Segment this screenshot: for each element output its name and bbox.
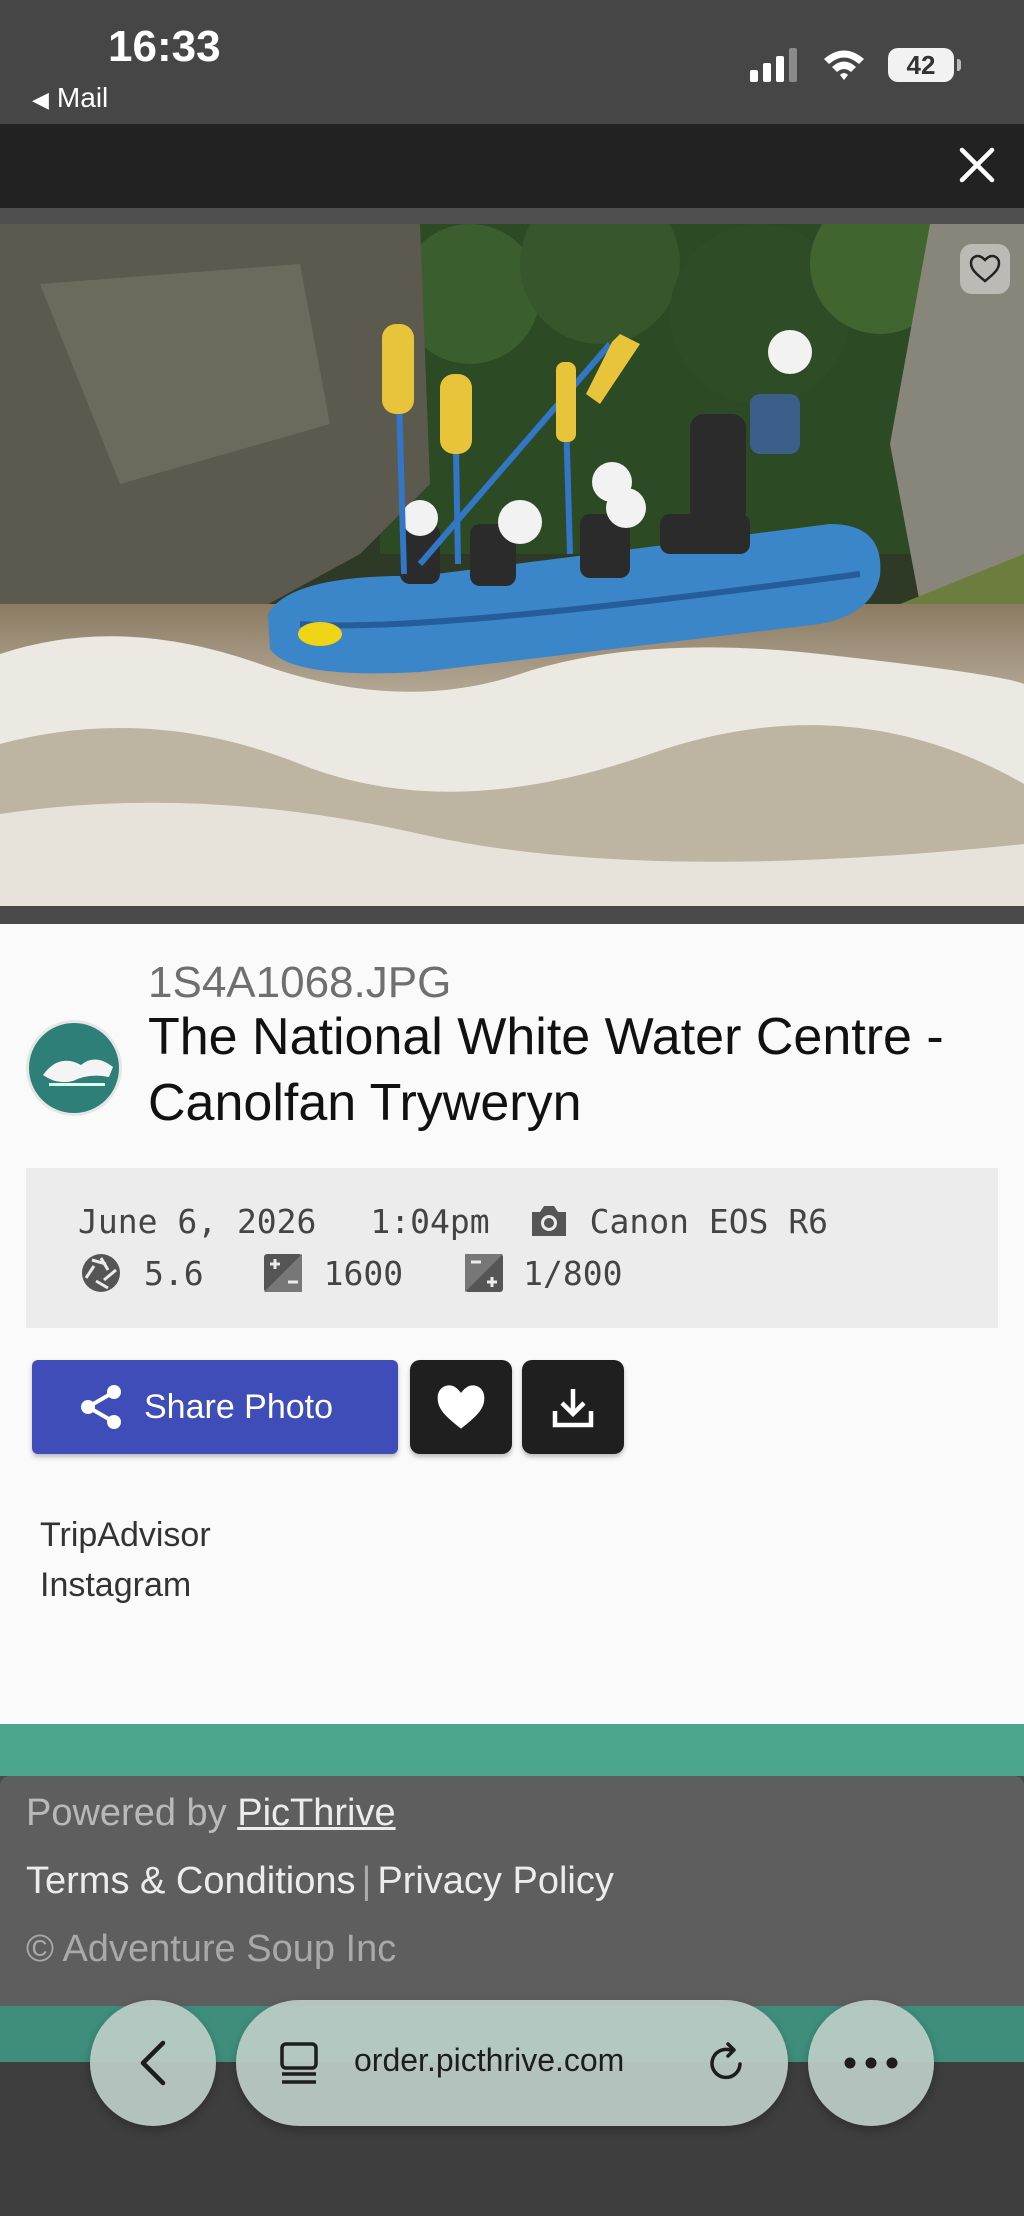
site-footer: Powered by PicThrive Terms & Conditions |… bbox=[0, 1776, 1024, 2006]
photo-date: June 6, 2026 bbox=[78, 1201, 317, 1241]
photo-details-panel: 1S4A1068.JPG The National White Water Ce… bbox=[0, 924, 1024, 1724]
browser-back-button[interactable] bbox=[90, 2000, 216, 2126]
aperture-value: 5.6 bbox=[144, 1253, 204, 1293]
download-button[interactable] bbox=[522, 1360, 624, 1454]
metadata-row: 5.6 1600 1/800 bbox=[78, 1250, 622, 1296]
iso-value: 1600 bbox=[323, 1253, 404, 1293]
battery-icon: 42 bbox=[888, 48, 961, 82]
divider bbox=[0, 208, 1024, 224]
more-options-button[interactable] bbox=[808, 2000, 934, 2126]
reader-icon bbox=[280, 2042, 318, 2084]
powered-by: Powered by PicThrive bbox=[26, 1792, 396, 1835]
more-icon bbox=[844, 2057, 898, 2069]
aperture-icon bbox=[82, 1254, 120, 1292]
shutter-value: 1/800 bbox=[523, 1253, 623, 1293]
camera-icon bbox=[531, 1206, 566, 1236]
privacy-link[interactable]: Privacy Policy bbox=[377, 1860, 614, 1902]
battery-level: 42 bbox=[906, 50, 936, 80]
share-photo-button[interactable]: Share Photo bbox=[32, 1360, 398, 1454]
share-icon bbox=[81, 1385, 121, 1429]
favorite-button[interactable] bbox=[410, 1360, 512, 1454]
divider bbox=[0, 906, 1024, 924]
back-app-label: Mail bbox=[56, 82, 109, 113]
picthrive-link[interactable]: PicThrive bbox=[237, 1792, 395, 1834]
photo-time: 1:04pm bbox=[370, 1201, 490, 1241]
exposure-icon bbox=[465, 1254, 504, 1292]
metadata-row: June 6, 2026 1:04pm Canon EOS R6 bbox=[78, 1198, 828, 1244]
photo-filename: 1S4A1068.JPG bbox=[148, 958, 452, 1007]
terms-link[interactable]: Terms & Conditions bbox=[26, 1860, 355, 1902]
url-bar[interactable]: order.picthrive.com bbox=[236, 2000, 788, 2126]
venue-title: The National White Water Centre - Canolf… bbox=[148, 1008, 944, 1132]
chevron-left-icon bbox=[140, 2040, 166, 2086]
rafting-photo[interactable] bbox=[0, 224, 1024, 906]
iso-icon bbox=[263, 1254, 302, 1292]
venue-logo bbox=[26, 1020, 122, 1116]
copyright: © Adventure Soup Inc bbox=[26, 1928, 397, 1970]
photo-metadata: June 6, 2026 1:04pm Canon EOS R6 5.6 160… bbox=[26, 1168, 998, 1328]
heart-outline-icon bbox=[969, 254, 1001, 283]
status-icons: 42 bbox=[750, 48, 961, 82]
close-icon[interactable] bbox=[952, 140, 1002, 190]
download-icon bbox=[552, 1389, 594, 1428]
powered-by-prefix: Powered by bbox=[26, 1792, 227, 1834]
link-separator: | bbox=[361, 1860, 372, 1902]
signal-icon bbox=[750, 48, 797, 82]
share-photo-label: Share Photo bbox=[144, 1387, 334, 1426]
status-bar: 16:33 ◀ Mail 42 bbox=[0, 0, 1024, 124]
modal-header bbox=[0, 124, 1024, 208]
wifi-icon bbox=[824, 50, 864, 80]
heart-icon bbox=[437, 1385, 485, 1429]
photo-illustration bbox=[0, 224, 1024, 906]
footer-accent bbox=[0, 1724, 1024, 1776]
instagram-link[interactable]: Instagram bbox=[40, 1566, 191, 1605]
tripadvisor-link[interactable]: TripAdvisor bbox=[40, 1516, 211, 1555]
url-text: order.picthrive.com bbox=[354, 2042, 625, 2078]
reload-icon[interactable] bbox=[704, 2040, 750, 2086]
status-time: 16:33 bbox=[108, 22, 221, 71]
back-arrow-icon: ◀ bbox=[32, 87, 49, 112]
favorite-toggle[interactable] bbox=[960, 244, 1010, 294]
camera-model: Canon EOS R6 bbox=[589, 1201, 829, 1241]
legal-links: Terms & Conditions | Privacy Policy bbox=[26, 1860, 614, 1903]
back-to-mail[interactable]: ◀ Mail bbox=[32, 82, 108, 114]
